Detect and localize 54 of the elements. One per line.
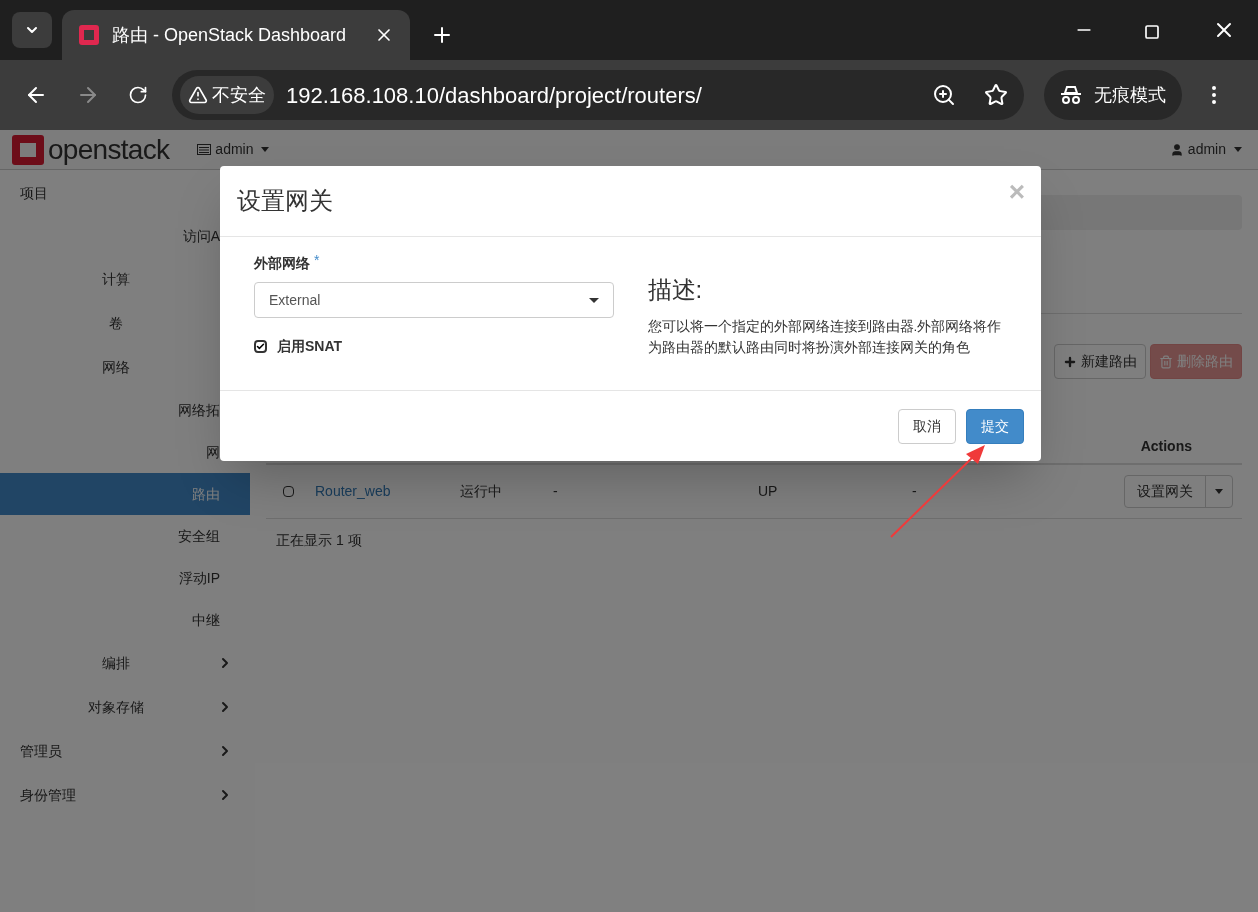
openstack-logo-icon: [78, 24, 100, 46]
sidebar-group[interactable]: 对象存储: [0, 685, 250, 729]
browser-tab[interactable]: 路由 - OpenStack Dashboard: [62, 10, 410, 60]
required-mark: *: [314, 253, 320, 267]
create-router-button[interactable]: 新建路由: [1054, 344, 1146, 379]
sidebar-group[interactable]: 编排: [0, 641, 250, 685]
sidebar-item[interactable]: 安全组: [0, 515, 250, 557]
url-text: 192.168.108.10/dashboard/project/routers/: [286, 81, 703, 110]
external-network-select[interactable]: External: [254, 282, 614, 318]
zoom-icon[interactable]: [932, 83, 956, 107]
table-cell-text: 运行中: [460, 482, 503, 501]
user-icon: [1169, 142, 1184, 157]
check-icon: [256, 341, 265, 352]
caret-icon: [1234, 147, 1242, 152]
modal-title: 设置网关: [237, 186, 333, 216]
reload-icon[interactable]: [128, 85, 148, 105]
table-cell-text: -: [912, 482, 917, 501]
snat-label: 启用SNAT: [277, 337, 343, 356]
sidebar-item[interactable]: 浮动IP: [0, 557, 250, 599]
caret-icon: [588, 297, 599, 303]
submit-button[interactable]: 提交: [966, 408, 1024, 444]
incognito-chip[interactable]: 无痕模式: [1044, 70, 1182, 120]
set-gateway-split-button[interactable]: 设置网关: [1124, 475, 1233, 508]
sidebar-item[interactable]: 中继: [0, 599, 250, 641]
address-bar[interactable]: 不安全 192.168.108.10/dashboard/project/routers/: [172, 70, 1024, 120]
description-text: 您可以将一个指定的外部网络连接到路由器.外部网络将作为路由器的默认路由同时将扮演外部连接网关的角色: [647, 318, 1003, 357]
plus-icon: [1063, 354, 1077, 369]
description-title: 描述:: [647, 275, 704, 305]
table-footer: 正在显示 1 项: [276, 530, 1242, 551]
maximize-icon[interactable]: [1144, 24, 1160, 40]
sidebar-item[interactable]: 路由: [0, 473, 250, 515]
snat-checkbox[interactable]: [254, 340, 267, 353]
warning-icon: [188, 85, 208, 105]
cancel-button[interactable]: 取消: [898, 408, 956, 444]
set-gateway-button[interactable]: 设置网关: [1125, 476, 1206, 507]
project-menu[interactable]: admin: [197, 139, 270, 160]
logo-text: openstack: [48, 135, 170, 164]
field-label: 外部网络: [254, 254, 310, 273]
caret-icon: [261, 147, 270, 152]
user-menu[interactable]: admin: [1169, 139, 1242, 160]
tab-title: 路由 - OpenStack Dashboard: [112, 23, 348, 47]
bookmark-star-icon[interactable]: [984, 83, 1008, 107]
project-icon: [197, 144, 212, 155]
caret-icon: [1215, 489, 1223, 494]
security-chip[interactable]: 不安全: [180, 76, 274, 114]
sidebar-section[interactable]: 管理员: [0, 729, 250, 773]
table-cell-text: -: [553, 482, 559, 501]
incognito-icon: [1060, 85, 1082, 105]
row-checkbox[interactable]: [283, 486, 294, 497]
column-header: Actions: [1140, 436, 1192, 456]
sidebar-section[interactable]: 身份管理: [0, 773, 250, 817]
table-cell-text: UP: [758, 482, 779, 501]
router-name-link[interactable]: Router_web: [315, 481, 460, 502]
openstack-logo-icon: [12, 134, 44, 165]
